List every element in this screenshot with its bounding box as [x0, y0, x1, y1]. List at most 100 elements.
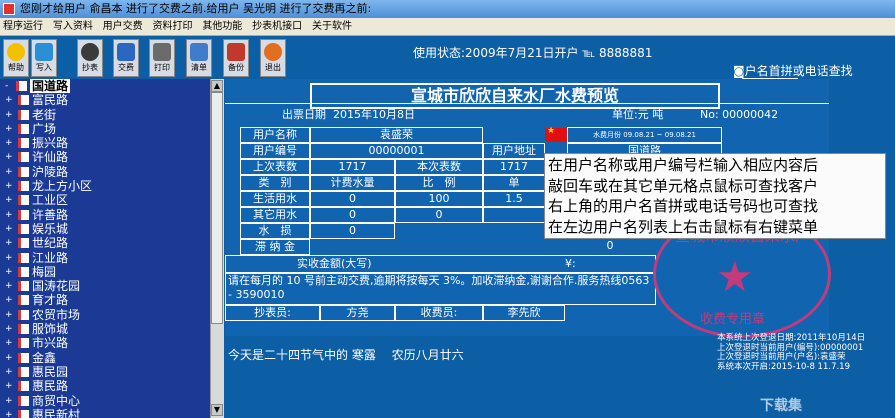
- expand-icon[interactable]: +: [5, 379, 13, 393]
- tree-item[interactable]: + 惠民园: [0, 365, 210, 379]
- collapse-icon[interactable]: -: [5, 79, 8, 93]
- book-icon: [18, 95, 29, 106]
- tree-item[interactable]: + 许仙路: [0, 150, 210, 164]
- expand-icon[interactable]: +: [5, 122, 13, 136]
- name-field[interactable]: 袁盛荣: [310, 127, 483, 143]
- book-icon: [18, 409, 29, 418]
- menu-program-run[interactable]: 程序运行: [0, 18, 46, 36]
- book-icon: [18, 138, 29, 149]
- tree-item[interactable]: + 服饰城: [0, 322, 210, 336]
- tree-item[interactable]: + 世纪路: [0, 236, 210, 250]
- expand-icon[interactable]: +: [5, 336, 13, 350]
- book-icon: [18, 309, 29, 320]
- tree-item[interactable]: + 梅园: [0, 265, 210, 279]
- tree-item[interactable]: + 沪陵路: [0, 165, 210, 179]
- tree-item[interactable]: + 农贸市场: [0, 308, 210, 322]
- meter-read-icon: [81, 43, 99, 61]
- loss-label: 水 损: [240, 223, 310, 239]
- notice-text: 请在每月的 10 号前主动交费,逾期将按每天 3%。加收滞纳金,谢谢合作.服务热…: [225, 273, 656, 305]
- menu-user-payment[interactable]: 用户交费: [100, 18, 146, 36]
- unit-price-header: 单: [483, 175, 545, 191]
- exit-icon: [264, 43, 282, 61]
- tree-item[interactable]: + 金鑫: [0, 351, 210, 365]
- life-water-label: 生活用水: [240, 191, 310, 207]
- total-symbol: ¥:: [565, 257, 576, 270]
- type-header: 类 别: [240, 175, 310, 191]
- sysinfo-line: 系统本次开启:2015-10-8 11.7.19: [717, 362, 850, 373]
- scroll-down-icon[interactable]: ▼: [211, 404, 223, 416]
- tree-item[interactable]: + 富民路: [0, 93, 210, 107]
- help-button[interactable]: 帮助: [3, 39, 29, 77]
- title-bar: 您刚才给用户 俞昌本 进行了交费之前.给用户 吴光明 进行了交费再之前:: [0, 0, 895, 18]
- total-row: [225, 255, 656, 273]
- solar-term-text: 今天是二十四节气中的 寒露 农历八月廿六: [228, 348, 464, 362]
- tree-item[interactable]: + 江业路: [0, 251, 210, 265]
- expand-icon[interactable]: +: [5, 193, 13, 207]
- book-icon: [18, 395, 29, 406]
- tooltip-line: 在用户名称或用户编号栏输入相应内容后: [548, 156, 819, 174]
- meter-read-button[interactable]: 抄表: [77, 39, 103, 77]
- expand-icon[interactable]: +: [5, 136, 13, 150]
- tree-item[interactable]: + 老街: [0, 108, 210, 122]
- expand-icon[interactable]: +: [5, 93, 13, 107]
- scrollbar-thumb[interactable]: [211, 92, 223, 324]
- menu-data-print[interactable]: 资料打印: [149, 18, 195, 36]
- book-icon: [18, 166, 29, 177]
- expand-icon[interactable]: +: [5, 236, 13, 250]
- exit-button[interactable]: 退出: [260, 39, 286, 77]
- usage-status: 使用状态:2009年7月21日开户 ℡ 8888881: [413, 46, 653, 60]
- expand-icon[interactable]: +: [5, 150, 13, 164]
- menu-other-functions[interactable]: 其他功能: [199, 18, 245, 36]
- expand-icon[interactable]: +: [5, 351, 13, 365]
- life-water-value: 0: [310, 191, 395, 207]
- other-water-label: 其它用水: [240, 207, 310, 223]
- expand-icon[interactable]: +: [5, 308, 13, 322]
- menu-meter-interface[interactable]: 抄表机接口: [249, 18, 305, 36]
- user-tree[interactable]: - 国道路 + 富民路 + 老街 + 广场 + 振兴路 + 许仙路 + 沪陵路 + 龙上方小区…: [0, 79, 210, 418]
- tree-item[interactable]: + 许善路: [0, 208, 210, 222]
- expand-icon[interactable]: +: [5, 293, 13, 307]
- menu-about[interactable]: 关于软件: [309, 18, 355, 36]
- life-ratio-value: 100: [395, 191, 483, 207]
- tooltip-line: 右上角的用户名首拼或电话号码也可查找: [548, 197, 819, 215]
- help-bulb-icon: [7, 43, 25, 61]
- tree-item[interactable]: + 工业区: [0, 193, 210, 207]
- tree-item[interactable]: + 广场: [0, 122, 210, 136]
- expand-icon[interactable]: +: [5, 222, 13, 236]
- expand-icon[interactable]: +: [5, 365, 13, 379]
- print-button[interactable]: 打印: [149, 39, 175, 77]
- late-fee-label: 滞 纳 金: [240, 239, 310, 255]
- tree-item[interactable]: + 市兴路: [0, 336, 210, 350]
- expand-icon[interactable]: +: [5, 179, 13, 193]
- payment-button[interactable]: 交费: [113, 39, 139, 77]
- expand-icon[interactable]: +: [5, 165, 13, 179]
- expand-icon[interactable]: +: [5, 408, 13, 418]
- expand-icon[interactable]: +: [5, 279, 13, 293]
- book-icon: [18, 366, 29, 377]
- expand-icon[interactable]: +: [5, 108, 13, 122]
- write-button[interactable]: 写入: [31, 39, 57, 77]
- expand-icon[interactable]: +: [5, 394, 13, 408]
- tree-item[interactable]: + 娱乐城: [0, 222, 210, 236]
- scroll-up-icon[interactable]: ▲: [211, 80, 223, 92]
- tree-item[interactable]: + 振兴路: [0, 136, 210, 150]
- id-field[interactable]: 00000001: [310, 143, 483, 159]
- tree-item[interactable]: + 龙上方小区: [0, 179, 210, 193]
- print-icon: [153, 43, 171, 61]
- tree-root-item[interactable]: - 国道路: [0, 79, 210, 93]
- menu-write-data[interactable]: 写入资料: [50, 18, 96, 36]
- expand-icon[interactable]: +: [5, 251, 13, 265]
- tree-item[interactable]: + 惠民路: [0, 379, 210, 393]
- tree-item[interactable]: + 育才路: [0, 293, 210, 307]
- tree-item[interactable]: + 惠民新村: [0, 408, 210, 418]
- water-header: 计费水量: [310, 175, 395, 191]
- backup-button[interactable]: 备份: [223, 39, 249, 77]
- tree-item[interactable]: + 国涛花园: [0, 279, 210, 293]
- expand-icon[interactable]: +: [5, 322, 13, 336]
- expand-icon[interactable]: +: [5, 208, 13, 222]
- list-button[interactable]: 清单: [186, 39, 212, 77]
- expand-icon[interactable]: +: [5, 265, 13, 279]
- tooltip-line: 在左边用户名列表上右击鼠标有右键菜单: [548, 217, 819, 236]
- tree-item[interactable]: + 商贸中心: [0, 394, 210, 408]
- book-icon: [18, 152, 29, 163]
